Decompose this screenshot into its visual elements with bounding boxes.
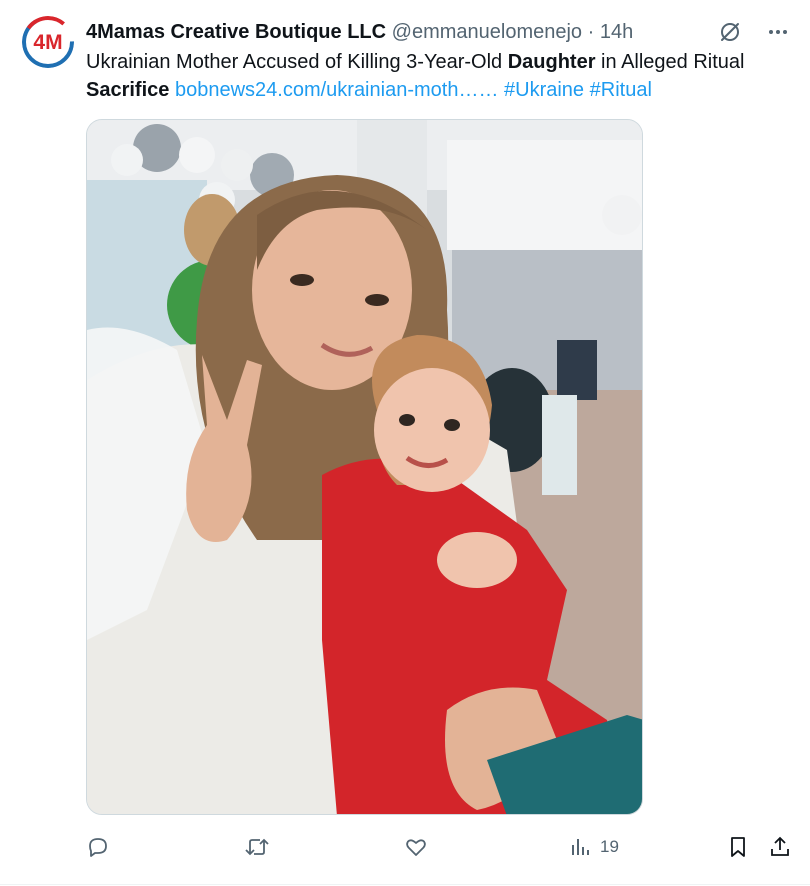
reply-icon [89, 838, 107, 857]
tweet-text: Ukrainian Mother Accused of Killing 3-Ye… [86, 48, 792, 104]
hashtag-ukraine[interactable]: #Ukraine [504, 79, 584, 101]
like-button[interactable] [404, 832, 436, 862]
views-count: 19 [600, 837, 619, 856]
header-separator: · [587, 21, 595, 43]
tweet[interactable]: 4M 4Mamas Creative Boutique LLC @emmanue… [0, 0, 810, 886]
hashtag-ritual[interactable]: #Ritual [590, 79, 652, 101]
tweet-photo[interactable] [86, 119, 643, 815]
avatar[interactable]: 4M [22, 16, 74, 68]
tweet-actions: 19 [86, 832, 796, 862]
tweet-text-bold2: Sacrifice [86, 79, 170, 101]
more-button[interactable] [764, 18, 792, 46]
tweet-text-part2: in Alleged Ritual [595, 51, 745, 73]
reply-button[interactable] [86, 832, 118, 862]
bookmark-icon [731, 837, 745, 857]
avatar-logo-icon: 4M [22, 16, 74, 68]
slashed-circle-icon [721, 23, 739, 41]
views-icon [572, 839, 589, 855]
heart-icon [406, 839, 426, 856]
tweet-text-bold1: Daughter [507, 51, 596, 73]
avatar-text: 4M [33, 31, 62, 54]
tweet-divider [0, 884, 810, 885]
author-name[interactable]: 4Mamas Creative Boutique LLC [86, 21, 386, 43]
bookmark-button[interactable] [726, 832, 750, 862]
retweet-icon [245, 838, 269, 856]
grok-button[interactable] [716, 18, 744, 46]
views-button[interactable]: 19 [568, 832, 619, 862]
retweet-button[interactable] [244, 832, 278, 862]
tweet-text-part1: Ukrainian Mother Accused of Killing 3-Ye… [86, 51, 508, 73]
tweet-header: 4Mamas Creative Boutique LLC @emmanuelom… [86, 18, 730, 46]
tweet-link[interactable]: bobnews24.com/ukrainian-moth…… [175, 79, 499, 101]
author-handle[interactable]: @emmanuelomenejo [392, 21, 582, 43]
tweet-time[interactable]: 14h [600, 21, 633, 43]
top-right-icons [716, 18, 792, 46]
photo-illustration [87, 120, 642, 814]
share-button[interactable] [768, 832, 792, 862]
share-icon [771, 836, 789, 856]
more-icon [769, 30, 787, 34]
